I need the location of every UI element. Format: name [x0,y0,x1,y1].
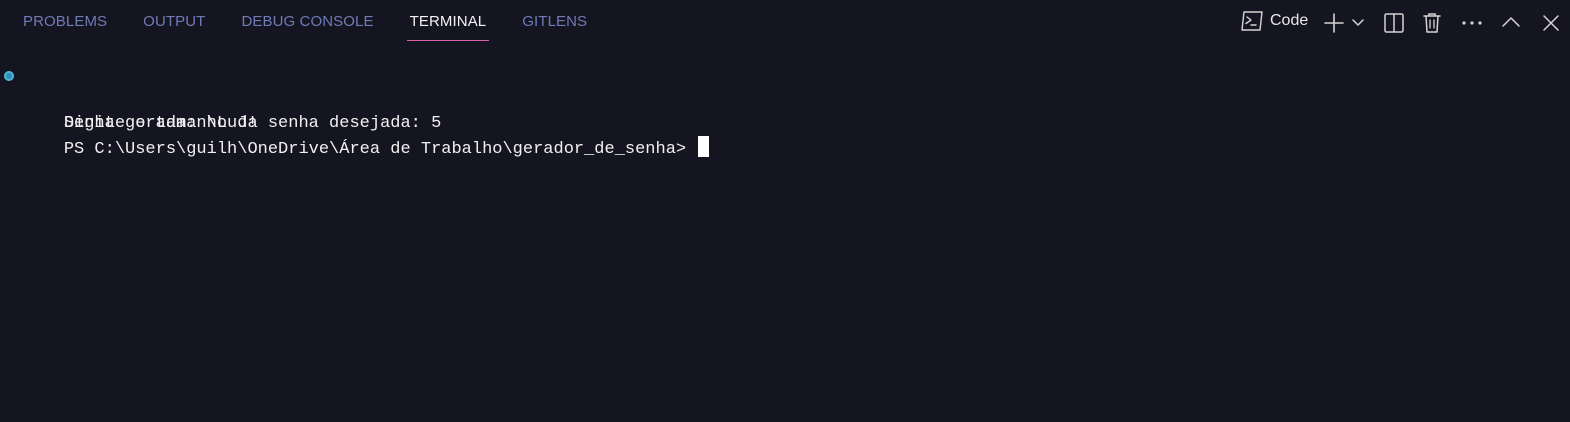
terminal-profile-label: Code [1270,12,1309,29]
terminal-profile-button[interactable]: Code [1240,9,1308,33]
terminal-powershell-icon [1240,10,1264,32]
kill-terminal-button[interactable] [1421,9,1443,37]
close-icon [1540,11,1562,35]
chevron-down-icon [1351,11,1365,35]
tab-terminal[interactable]: TERMINAL [406,0,489,42]
split-terminal-button[interactable] [1383,9,1405,37]
maximize-panel-button[interactable] [1500,9,1522,37]
close-panel-button[interactable] [1540,9,1562,37]
tab-problems[interactable]: PROBLEMS [23,0,107,42]
terminal-output[interactable]: Digite o tamanho da senha desejada: 5 Se… [0,64,1570,159]
panel-tabs: PROBLEMS OUTPUT DEBUG CONSOLE TERMINAL G… [23,0,623,42]
more-actions-button[interactable] [1460,9,1484,37]
tab-output[interactable]: OUTPUT [143,0,205,42]
terminal-line: Digite o tamanho da senha desejada: 5 [0,64,1570,133]
terminal-dropdown-button[interactable] [1351,9,1365,37]
plus-icon [1323,11,1345,35]
terminal-cursor [698,136,710,157]
tab-debug-console[interactable]: DEBUG CONSOLE [241,0,373,42]
split-terminal-icon [1383,11,1405,35]
ellipsis-icon [1460,11,1484,35]
panel-header: PROBLEMS OUTPUT DEBUG CONSOLE TERMINAL G… [0,0,1570,42]
terminal-prompt: PS C:\Users\guilh\OneDrive\Área de Traba… [63,140,687,159]
terminal-line: Senha gerada: \LuJ! [0,88,1570,133]
command-decoration-icon[interactable] [4,71,14,81]
terminal-prompt-line: PS C:\Users\guilh\OneDrive\Área de Traba… [0,112,1570,159]
chevron-up-icon [1500,11,1522,35]
new-terminal-button[interactable] [1323,9,1345,37]
trash-icon [1421,11,1443,35]
tab-gitlens[interactable]: GITLENS [522,0,587,42]
